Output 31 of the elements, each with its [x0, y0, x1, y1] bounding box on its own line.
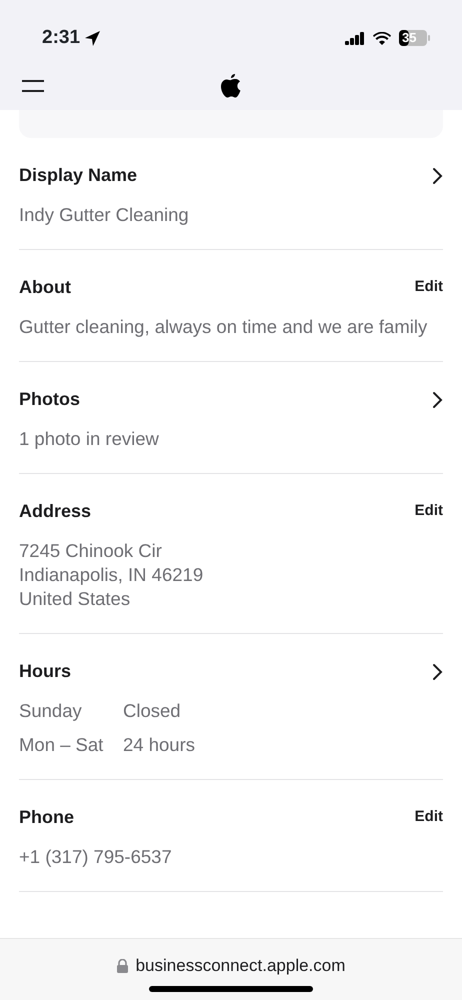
section-title: Display Name: [19, 164, 138, 187]
section-value: United States: [19, 587, 132, 611]
section-title: Phone: [19, 806, 74, 829]
section-value: Gutter cleaning, always on time and we are family: [19, 315, 428, 339]
section-value: Indy Gutter Cleaning: [19, 203, 190, 227]
lock-icon: [116, 958, 128, 973]
menu-icon[interactable]: [22, 80, 44, 92]
section-value: 7245 Chinook Cir: [19, 539, 163, 563]
url-text[interactable]: businessconnect.apple.com: [136, 953, 346, 978]
signal-icon: [345, 32, 365, 44]
chevron-right-icon[interactable]: [432, 166, 443, 184]
hours-day: Mon – Sat: [19, 733, 123, 757]
hours-day: Sunday: [19, 699, 123, 723]
edit-link[interactable]: Edit: [414, 500, 443, 523]
section-value: Indianapolis, IN 46219: [19, 563, 204, 587]
section-title: About: [19, 276, 71, 299]
section-value: 1 photo in review: [19, 427, 160, 451]
hours-time: 24 hours: [123, 733, 195, 757]
apple-logo-icon[interactable]: [221, 74, 241, 98]
clock-time: 2:31: [42, 26, 80, 50]
hours-time: Closed: [123, 699, 181, 723]
edit-link[interactable]: Edit: [414, 276, 443, 299]
chevron-right-icon[interactable]: [432, 662, 443, 680]
section-title: Photos: [19, 388, 80, 411]
chevron-right-icon[interactable]: [432, 390, 443, 408]
location-arrow-icon: [84, 30, 102, 46]
edit-link[interactable]: Edit: [414, 806, 443, 829]
wifi-icon: [373, 32, 391, 44]
section-title: Address: [19, 500, 92, 523]
section-title: Hours: [19, 660, 72, 683]
section-value: +1 (317) 795-6537: [19, 845, 173, 869]
